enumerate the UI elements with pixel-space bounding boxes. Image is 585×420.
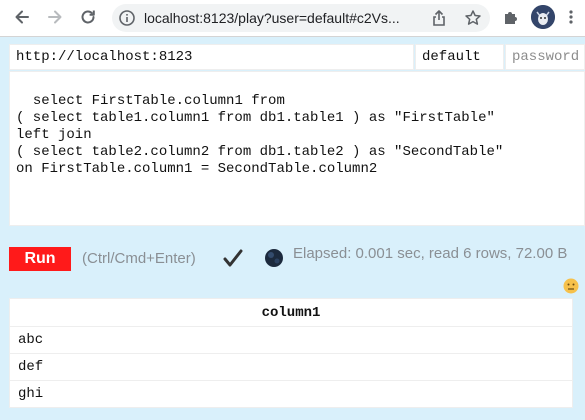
- smiley-icon: [563, 278, 579, 294]
- bookmark-star-icon[interactable]: [464, 9, 482, 27]
- query-text[interactable]: select FirstTable.column1 from ( select …: [16, 93, 503, 177]
- profile-avatar[interactable]: [531, 5, 555, 29]
- browser-toolbar: localhost:8123/play?user=default#c2Vs...: [0, 0, 585, 37]
- resize-grip-icon[interactable]: [574, 215, 582, 223]
- share-icon[interactable]: [430, 9, 448, 27]
- table-row: ghi: [9, 380, 573, 408]
- table-cell: ghi: [9, 380, 573, 408]
- elapsed-stats: Elapsed: 0.001 sec, read 6 rows, 72.00 B: [293, 245, 568, 262]
- password-input[interactable]: password: [505, 44, 585, 70]
- reload-icon[interactable]: [78, 7, 98, 27]
- address-bar[interactable]: localhost:8123/play?user=default#c2Vs...: [112, 4, 490, 32]
- forward-arrow-icon[interactable]: [45, 7, 65, 27]
- theme-toggle-globe-icon[interactable]: [264, 248, 284, 268]
- connection-row: http://localhost:8123 default password: [9, 44, 585, 70]
- shortcut-hint: (Ctrl/Cmd+Enter): [82, 250, 196, 267]
- browser-menu-icon[interactable]: [566, 8, 576, 26]
- user-input[interactable]: default: [415, 44, 504, 70]
- server-url-input[interactable]: http://localhost:8123: [9, 44, 414, 70]
- query-editor[interactable]: select FirstTable.column1 from ( select …: [9, 71, 585, 226]
- table-header-row: column1: [9, 298, 573, 327]
- table-cell: abc: [9, 326, 573, 354]
- site-info-icon[interactable]: [118, 9, 136, 27]
- table-row: def: [9, 353, 573, 381]
- success-check-icon: [222, 247, 244, 269]
- back-arrow-icon[interactable]: [12, 7, 32, 27]
- table-cell: def: [9, 353, 573, 381]
- results-table: column1 abc def ghi: [9, 298, 573, 408]
- run-button[interactable]: Run: [9, 247, 71, 271]
- column-header: column1: [9, 298, 573, 327]
- address-text[interactable]: localhost:8123/play?user=default#c2Vs...: [144, 9, 419, 27]
- extensions-puzzle-icon[interactable]: [502, 8, 520, 26]
- table-row: abc: [9, 326, 573, 354]
